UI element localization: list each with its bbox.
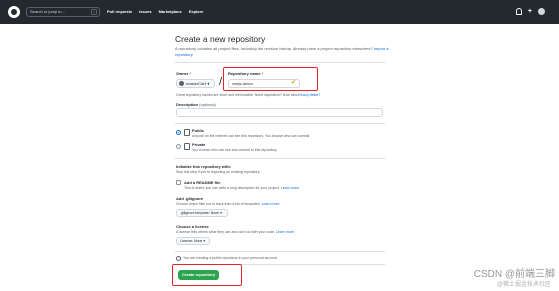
header-nav: Pull requests Issues Marketplace Explore [107,9,203,14]
owner-value: masterCaH [186,81,207,86]
repo-name-help: Great repository names are short and mem… [176,93,321,97]
license-select[interactable]: License: None ▾ [176,237,210,245]
header-actions: + [515,8,545,15]
juejin-watermark: @稀土掘金技术社区 [496,282,551,288]
search-placeholder: Search or jump to... [30,9,65,14]
notifications-bell-icon[interactable] [515,8,522,15]
public-notice: You are creating a public repository in … [183,256,278,260]
page-subtitle: A repository contains all project files,… [175,46,389,57]
public-label: Public [192,128,205,133]
divider [175,251,385,252]
divider [175,62,385,63]
book-icon [184,129,190,136]
lock-icon [184,143,190,150]
github-logo-icon[interactable] [8,6,20,18]
public-radio[interactable] [176,130,181,135]
gitignore-title: Add .gitignore [176,196,204,201]
license-learn-more-link[interactable]: Learn more. [276,230,295,234]
license-help: A license tells others what they can and… [176,230,295,234]
owner-select[interactable]: masterCaH ▾ [176,79,215,88]
private-label: Private [192,142,206,147]
divider [175,123,385,124]
gitignore-help: Choose which files not to track from a l… [176,202,281,206]
readme-checkbox[interactable] [176,180,181,185]
private-help: You choose who can see and commit to thi… [192,148,278,152]
public-help: Anyone on the internet can see this repo… [192,134,311,138]
user-avatar[interactable] [538,8,545,15]
search-input[interactable]: Search or jump to... / [26,7,100,17]
top-header: Search or jump to... / Pull requests Iss… [0,0,559,24]
readme-learn-more-link[interactable]: Learn more. [281,186,300,190]
initialize-title: Initialize this repository with: [176,164,232,169]
csdn-watermark: CSDN @前端三脚 [473,269,555,280]
description-label: Description (optional) [176,102,216,107]
nav-marketplace[interactable]: Marketplace [159,9,182,14]
gitignore-learn-more-link[interactable]: Learn more. [262,202,281,206]
highlight-box-repo-name [223,67,318,91]
page-title: Create a new repository [175,34,266,44]
description-input[interactable] [176,108,383,117]
owner-label: Owner * [176,71,192,76]
nav-pull-requests[interactable]: Pull requests [107,9,132,14]
readme-help: This is where you can write a long descr… [184,186,300,190]
owner-avatar [179,81,184,86]
gitignore-template-select[interactable]: .gitignore template: None ▾ [176,209,228,217]
nav-explore[interactable]: Explore [189,9,204,14]
license-title: Choose a license [176,224,209,229]
divider [175,158,385,159]
info-icon [176,256,181,261]
name-suggestion[interactable]: fuzzy-fiesta? [301,93,321,97]
initialize-help: Skip this step if you're importing an ex… [176,170,261,174]
readme-label: Add a README file [184,180,221,185]
nav-issues[interactable]: Issues [139,9,151,14]
create-new-plus-icon[interactable]: + [528,8,532,15]
private-radio[interactable] [176,144,181,149]
search-shortcut-badge: / [91,9,97,15]
owner-repo-separator: / [219,76,223,88]
highlight-box-create-button [172,264,242,286]
